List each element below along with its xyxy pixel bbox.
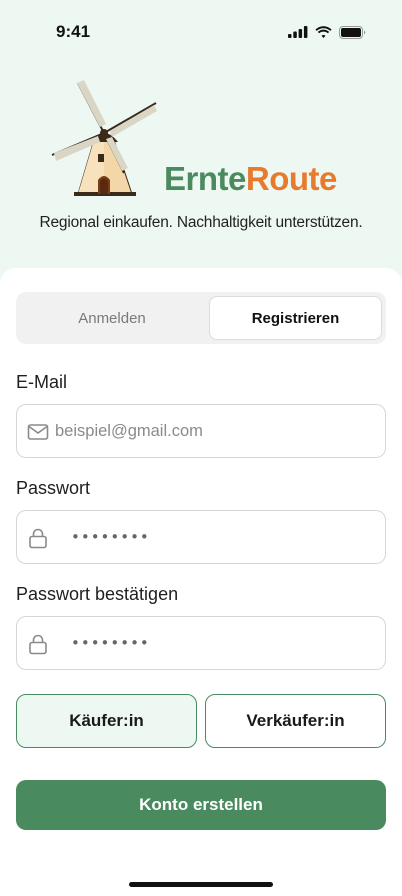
confirm-password-label: Passwort bestätigen [16,584,179,604]
home-indicator [129,882,273,887]
tagline: Regional einkaufen. Nachhaltigkeit unter… [39,214,363,231]
create-account-button[interactable]: Konto erstellen [16,780,386,830]
app-logo: ErnteRoute [50,80,360,200]
email-field-container [16,404,386,458]
status-icons [288,25,366,39]
lock-icon [29,528,47,549]
status-bar: 9:41 [0,0,402,64]
email-label: E-Mail [16,372,68,392]
brand-wordmark: ErnteRoute [164,160,337,198]
auth-tab-switcher: Anmelden Registrieren [16,292,386,344]
cellular-signal-icon [288,26,308,38]
email-input[interactable] [55,405,375,457]
tab-register[interactable]: Registrieren [209,296,382,340]
brand-part-ernte: Ernte [164,160,246,197]
wifi-icon [315,26,332,38]
role-seller-button[interactable]: Verkäufer:in [205,694,386,748]
mail-icon [27,424,49,440]
battery-icon [339,25,366,39]
confirm-password-field-container[interactable]: •••••••• [16,616,386,670]
password-field-container[interactable]: •••••••• [16,510,386,564]
status-time: 9:41 [56,22,91,41]
windmill-icon [51,80,157,196]
password-label: Passwort [16,478,91,498]
confirm-password-input[interactable]: •••••••• [71,634,150,652]
brand-part-route: Route [245,160,338,197]
password-input[interactable]: •••••••• [71,528,150,546]
tab-login[interactable]: Anmelden [20,296,204,340]
lock-icon [29,634,47,655]
role-buyer-button[interactable]: Käufer:in [16,694,197,748]
